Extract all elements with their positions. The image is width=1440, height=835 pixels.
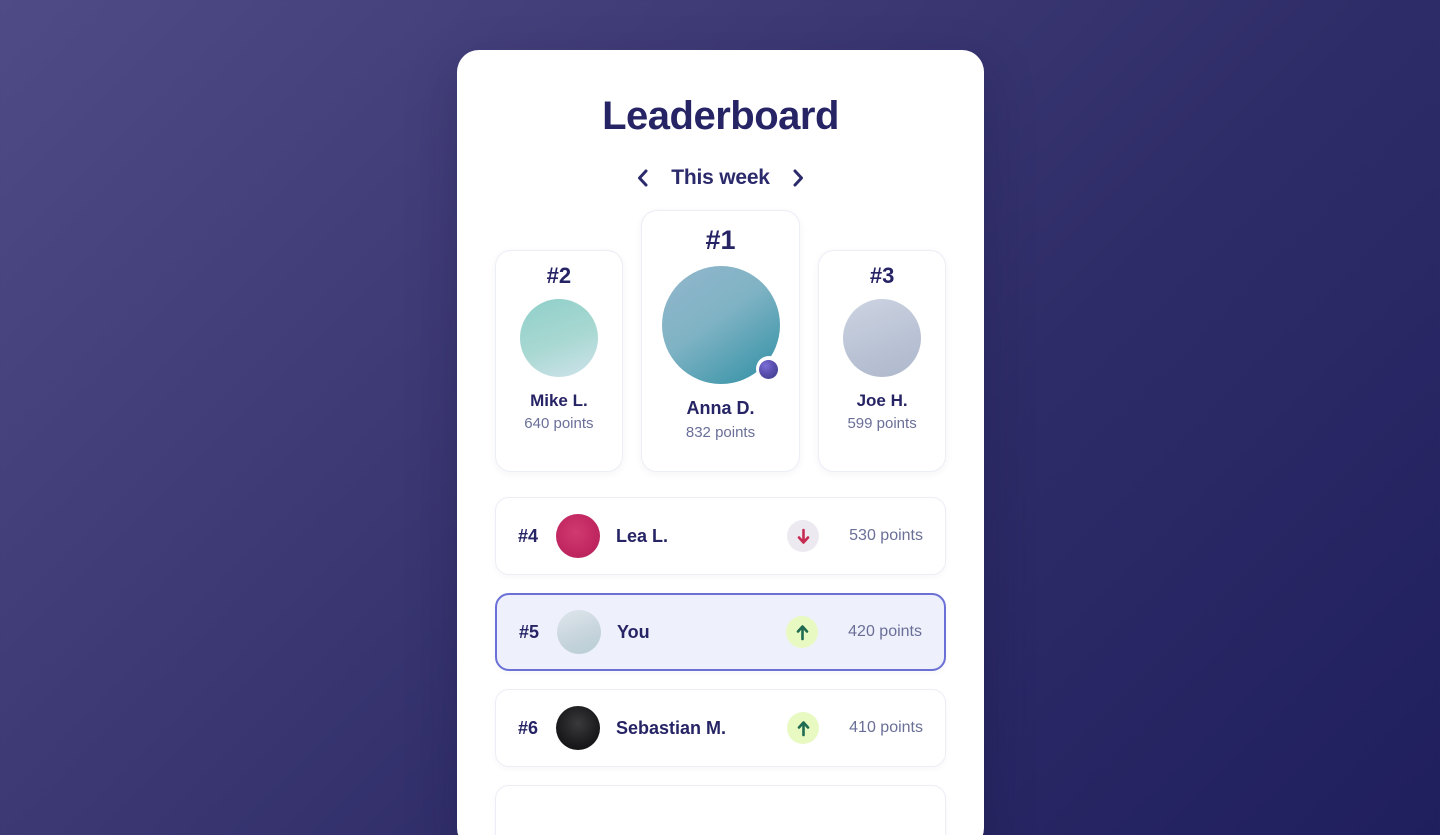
podium-name: Joe H. [856,391,908,410]
period-selector: This week [495,166,946,190]
podium-name: Mike L. [530,391,588,410]
table-row-partial[interactable] [495,785,946,835]
podium-card-rank-2[interactable]: #2 Mike L. 640 points [495,250,623,472]
podium-card-rank-3[interactable]: #3 Joe H. 599 points [818,250,946,472]
row-rank: #6 [518,717,539,738]
podium-points: 640 points [524,415,594,433]
arrow-up-icon [787,712,819,744]
table-row[interactable]: #4 Lea L. 530 points [495,497,946,575]
leaderboard-list: #4 Lea L. 530 points #5 You 420 points #… [495,497,946,835]
avatar-wrap [661,266,782,384]
avatar-you [557,610,601,654]
row-name: You [617,621,650,642]
avatar-sebastian [556,706,600,750]
avatar-joe [843,299,922,377]
period-label[interactable]: This week [671,166,770,190]
table-row[interactable]: #5 You 420 points [495,593,946,671]
row-points: 410 points [849,719,923,736]
row-rank: #4 [518,525,539,546]
crown-badge-icon [755,356,782,382]
avatar-wrap [519,299,598,377]
podium-points: 599 points [847,415,917,433]
arrow-down-icon [787,520,819,552]
podium-rank: #2 [546,263,572,288]
avatar-mike [519,299,598,377]
leaderboard-panel: Leaderboard This week #2 Mike L. 640 poi… [457,50,984,835]
chevron-left-icon[interactable] [631,167,653,189]
avatar-lea [556,514,600,558]
row-points: 530 points [849,527,923,544]
row-right: 410 points [787,712,923,744]
row-right: 530 points [787,520,923,552]
podium-name: Anna D. [686,398,755,418]
row-right: 420 points [786,616,922,648]
podium-card-rank-1[interactable]: #1 Anna D. 832 points [640,210,801,472]
avatar-wrap [843,299,922,377]
podium-rank: #3 [869,263,895,288]
page-title: Leaderboard [602,94,839,138]
row-rank: #5 [519,621,540,642]
table-row[interactable]: #6 Sebastian M. 410 points [495,689,946,767]
badge-dot [759,359,778,379]
row-points: 420 points [848,623,922,640]
row-name: Lea L. [616,525,669,546]
podium: #2 Mike L. 640 points #1 Anna D. 832 poi… [495,210,946,472]
row-name: Sebastian M. [616,717,727,738]
podium-rank: #1 [705,225,736,255]
podium-points: 832 points [685,423,756,441]
arrow-up-icon [786,616,818,648]
chevron-right-icon[interactable] [788,167,810,189]
